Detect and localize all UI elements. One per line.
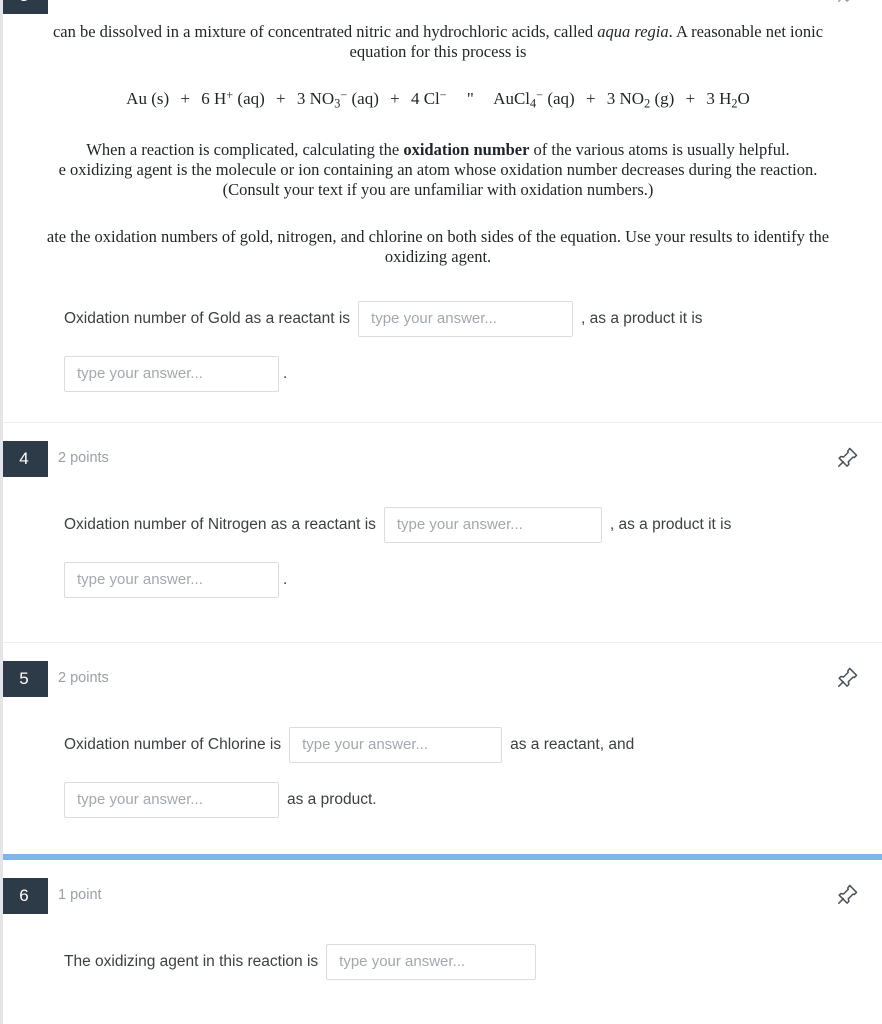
question-4-answers: Oxidation number of Nitrogen as a reacta… xyxy=(0,495,882,642)
oxidizing-agent-input[interactable] xyxy=(326,943,537,980)
prose-line-1a: can be dissolved in a mixture of concent… xyxy=(52,22,598,41)
chemical-equation: Au (s) + 6 H+ (aq) + 3 NO3− (aq) + 4 Cl−… xyxy=(0,88,882,112)
eq-au: Au (s) xyxy=(126,89,170,109)
question-points-5: 2 points xyxy=(58,669,109,686)
question-6-answers: The oxidizing agent in this reaction is xyxy=(0,932,882,1000)
eq-h2o-tail: O xyxy=(737,89,750,109)
question-header-5: 5 2 points xyxy=(0,643,882,715)
question-number-badge-5: 5 xyxy=(0,660,48,697)
question-number-badge-4: 4 xyxy=(0,440,48,477)
gold-reactant-input[interactable] xyxy=(358,300,574,337)
eq-h-charge: + xyxy=(226,88,234,102)
prose-p2-line-3: (Consult your text if you are unfamiliar… xyxy=(222,179,654,199)
question-points-4: 2 points xyxy=(58,449,109,466)
eq-aucl4: AuCl xyxy=(493,89,531,109)
answer-row: Oxidation number of Chlorine is as a rea… xyxy=(0,726,882,763)
chlorine-reactant-input[interactable] xyxy=(289,726,503,763)
answer-label-before-4: Oxidation number of Nitrogen as a reacta… xyxy=(64,515,376,533)
answer-row: as a product. xyxy=(0,781,882,818)
prose-p3-line-1: ate the oxidation numbers of gold, nitro… xyxy=(46,226,830,246)
answer-row: Oxidation number of Gold as a reactant i… xyxy=(0,300,882,337)
answer-row: The oxidizing agent in this reaction is xyxy=(0,943,882,980)
question-block-3: 3 2 points can be dissolved in a mixture… xyxy=(0,0,882,422)
prose-p2-post: of the various atoms is usually helpful. xyxy=(529,139,790,159)
answer-row: Oxidation number of Nitrogen as a reacta… xyxy=(0,506,882,543)
prose-p2-bold: oxidation number xyxy=(403,139,530,159)
prose-p3-line-2: oxidizing agent. xyxy=(384,246,492,266)
eq-plus-4: + xyxy=(585,89,596,109)
question-3-answers: Oxidation number of Gold as a reactant i… xyxy=(0,267,882,422)
eq-no2: 3 NO xyxy=(606,89,645,109)
eq-cl: 4 Cl xyxy=(410,89,440,109)
answer-label-after-5: as a product. xyxy=(287,790,377,808)
answer-row: . xyxy=(0,355,882,392)
eq-no3-state: (aq) xyxy=(351,89,379,109)
eq-cl-charge: − xyxy=(439,88,447,102)
prose-paragraph-3: ate the oxidation numbers of gold, nitro… xyxy=(0,227,882,267)
question-block-5: 5 2 points Oxidation number of Chlorine … xyxy=(0,641,882,854)
question-points-6: 1 point xyxy=(58,886,102,903)
eq-plus-1: + xyxy=(180,89,190,109)
question-block-6: 6 1 point The oxidizing agent in this re… xyxy=(0,859,882,1000)
prose-p2-pre: When a reaction is complicated, calculat… xyxy=(86,139,404,159)
prose-line-2: equation for this process is xyxy=(349,42,527,61)
eq-no3: 3 NO xyxy=(296,89,335,109)
answer-label-after-3: . xyxy=(283,364,288,382)
eq-h2o: 3 H xyxy=(706,89,732,109)
gold-product-input[interactable] xyxy=(64,355,279,392)
eq-h: 6 H xyxy=(201,89,227,109)
answer-label-middle-5: as a reactant, and xyxy=(510,735,635,753)
nitrogen-reactant-input[interactable] xyxy=(383,506,602,543)
prose-p2-line-2: e oxidizing agent is the molecule or ion… xyxy=(58,159,818,179)
answer-label-middle-3: , as a product it is xyxy=(581,309,703,327)
eq-plus-3: + xyxy=(390,89,400,109)
prose-line: can be dissolved in a mixture of concent… xyxy=(0,22,882,42)
question-header-4: 4 2 points xyxy=(0,423,882,495)
prose-line-1b: . A reasonable net ionic xyxy=(668,22,824,41)
eq-arrow-glyph: " xyxy=(466,89,474,109)
question-header-6: 6 1 point xyxy=(0,860,882,932)
chlorine-product-input[interactable] xyxy=(64,781,279,818)
answer-label-middle-4: , as a product it is xyxy=(609,515,732,533)
eq-aucl4-charge: − xyxy=(536,88,544,102)
prose-p2-line-1: When a reaction is complicated, calculat… xyxy=(0,140,882,160)
pushpin-icon[interactable] xyxy=(834,882,860,908)
question-number-badge-3: 3 xyxy=(0,0,48,14)
eq-aucl4-state: (aq) xyxy=(547,89,575,109)
question-block-4: 4 2 points Oxidation number of Nitrogen … xyxy=(0,421,882,642)
question-3-prose: can be dissolved in a mixture of concent… xyxy=(0,14,882,267)
question-5-answers: Oxidation number of Chlorine is as a rea… xyxy=(0,715,882,854)
answer-label-before-5: Oxidation number of Chlorine is xyxy=(64,735,282,753)
prose-line-1-italic: aqua regia xyxy=(597,22,669,41)
answer-label-before-3: Oxidation number of Gold as a reactant i… xyxy=(64,309,351,327)
eq-plus-2: + xyxy=(276,89,286,109)
question-number-badge-6: 6 xyxy=(0,877,48,914)
eq-no2-sub: 2 xyxy=(644,96,651,111)
quiz-page: 3 2 points can be dissolved in a mixture… xyxy=(0,0,882,1000)
eq-h-state: (aq) xyxy=(237,89,265,109)
eq-no2-state: (g) xyxy=(654,89,675,109)
question-points-3: 2 points xyxy=(58,0,109,1)
eq-no3-charge: − xyxy=(340,88,348,102)
prose-paragraph-2: When a reaction is complicated, calculat… xyxy=(0,140,882,200)
pushpin-icon[interactable] xyxy=(834,665,860,691)
answer-label-after-4: . xyxy=(283,570,288,588)
nitrogen-product-input[interactable] xyxy=(64,561,279,598)
page-left-rail xyxy=(0,0,3,1024)
pushpin-icon[interactable] xyxy=(834,0,860,6)
eq-plus-5: + xyxy=(685,89,696,109)
prose-paragraph-1: can be dissolved in a mixture of concent… xyxy=(0,14,882,62)
answer-label-before-6: The oxidizing agent in this reaction is xyxy=(64,952,319,970)
answer-row: . xyxy=(0,561,882,598)
question-header-3: 3 2 points xyxy=(0,0,882,14)
pushpin-icon[interactable] xyxy=(834,445,860,471)
